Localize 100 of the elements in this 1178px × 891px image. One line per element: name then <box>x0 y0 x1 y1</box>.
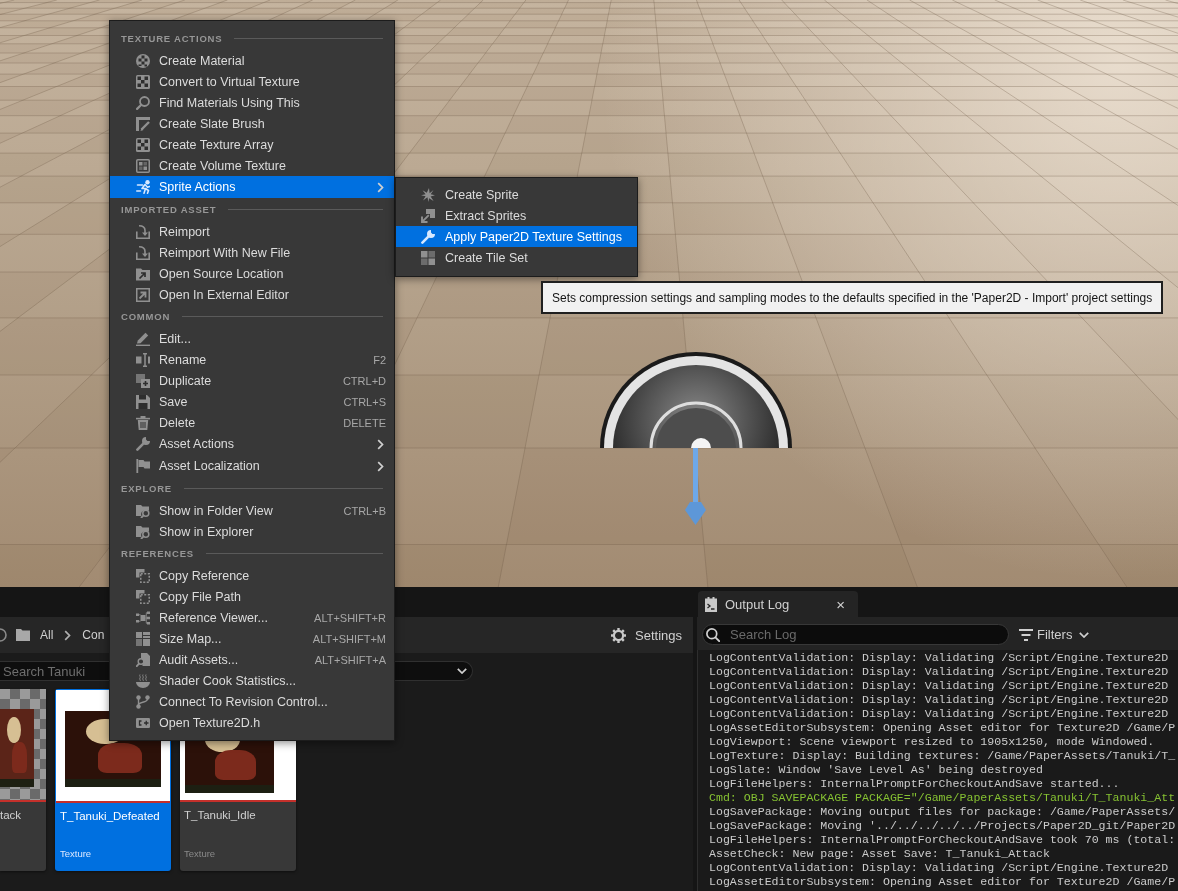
folder-search-icon <box>136 524 150 539</box>
menu-item[interactable]: Create Sprite <box>396 184 637 205</box>
asset-tile[interactable]: tack <box>0 689 46 871</box>
filter-icon <box>1019 628 1033 641</box>
menu-item[interactable]: Save CTRL+S <box>110 391 394 412</box>
block-map-icon <box>136 631 150 646</box>
log-line: LogContentValidation: Display: Validating /Script/Engine.Texture2D <box>709 707 1170 721</box>
extract-arrow-icon <box>421 208 435 223</box>
breadcrumb-link[interactable]: Con <box>82 628 105 642</box>
trash-icon <box>136 415 150 430</box>
shortcut-text: CTRL+D <box>342 374 386 387</box>
menu-item[interactable]: Asset Localization <box>110 455 394 477</box>
grid-tiles-icon <box>421 250 435 265</box>
section-header: TEXTURE ACTIONS <box>121 33 223 44</box>
menu-item[interactable]: Convert to Virtual Texture <box>110 71 394 92</box>
shortcut-text: F2 <box>373 353 386 366</box>
menu-item[interactable]: Apply Paper2D Texture Settings <box>396 226 637 247</box>
section-header: REFERENCES <box>121 548 194 559</box>
menu-item[interactable]: Sprite Actions <box>110 176 394 198</box>
log-line: LogFileHelpers: InternalPromptForCheckoutAndSave took 70 ms (total: <box>709 833 1177 847</box>
chevron-right-icon <box>64 629 72 641</box>
menu-item[interactable]: Create Volume Texture <box>110 155 394 176</box>
asset-type: Texture <box>183 849 217 861</box>
log-line: LogSavePackage: Moving output files for package: /Game/PaperAssets/ <box>709 805 1177 819</box>
starburst-icon <box>421 187 435 202</box>
wrench-icon <box>421 229 435 244</box>
folder-arrow-icon <box>136 266 150 281</box>
section-header: IMPORTED ASSET <box>121 204 217 215</box>
asset-name: T_Tanuki_Idle <box>183 808 257 823</box>
filters-button[interactable]: Filters <box>1019 627 1090 642</box>
log-line: LogTexture: Display: Building textures: /Game/PaperAssets/Tanuki/T_ <box>709 749 1177 763</box>
duplicate-icon <box>136 373 150 388</box>
menu-item[interactable]: Reimport With New File <box>110 242 394 263</box>
menu-item[interactable]: Shader Cook Statistics... <box>110 670 394 691</box>
code-badge-icon <box>136 715 150 730</box>
shortcut-text: ALT+SHIFT+R <box>314 611 386 624</box>
menu-item[interactable]: Show in Folder View CTRL+B <box>110 500 394 521</box>
log-line: LogFileHelpers: InternalPromptForCheckoutAndSave started... <box>709 777 1121 791</box>
document-search-icon <box>136 652 150 667</box>
menu-item[interactable]: Audit Assets... ALT+SHIFT+A <box>110 649 394 670</box>
menu-item[interactable]: Open Source Location <box>110 263 394 284</box>
folder-icon <box>16 629 30 641</box>
search-field[interactable]: Search Log <box>702 624 1009 645</box>
steaming-bowl-icon <box>136 673 150 688</box>
menu-item[interactable]: Create Slate Brush <box>110 113 394 134</box>
log-line: LogContentValidation: Display: Validating /Script/Engine.Texture2D <box>709 679 1170 693</box>
tray-arrow-icon <box>136 245 150 260</box>
menu-item[interactable]: Duplicate CTRL+D <box>110 370 394 391</box>
node-graph-icon <box>136 610 150 625</box>
log-line: LogContentValidation: Display: Validating /Script/Engine.Texture2D <box>709 693 1170 707</box>
menu-item[interactable]: Open In External Editor <box>110 284 394 305</box>
checkered-ball-icon <box>136 53 150 68</box>
section-header: COMMON <box>121 311 171 322</box>
menu-item[interactable]: Create Tile Set <box>396 247 637 268</box>
checkered-box-icon <box>136 158 150 173</box>
log-line: LogContentValidation: Display: Validating /Script/Engine.Texture2D <box>709 861 1170 875</box>
text-cursor-icon <box>136 352 150 367</box>
tray-arrow-icon <box>136 224 150 239</box>
search-icon <box>706 627 720 642</box>
menu-item[interactable]: Find Materials Using This <box>110 92 394 113</box>
log-line: LogSavePackage: Moving '../../../../../Projects/Paper2D_git/Paper2D <box>709 819 1177 833</box>
asset-type: Texture <box>59 849 93 861</box>
running-figure-icon <box>136 180 150 194</box>
branch-icon <box>136 694 150 709</box>
output-log-tab[interactable]: Output Log × <box>698 591 858 617</box>
menu-item[interactable]: Delete DELETE <box>110 412 394 433</box>
menu-item[interactable]: Edit... <box>110 328 394 349</box>
folder-search-icon <box>136 503 150 518</box>
log-line: LogViewport: Scene viewport resized to 1905x1250, mode Windowed. <box>709 735 1156 749</box>
shortcut-text: ALT+SHIFT+M <box>312 632 386 645</box>
shortcut-text: DELETE <box>343 416 386 429</box>
menu-item[interactable]: Size Map... ALT+SHIFT+M <box>110 628 394 649</box>
menu-item[interactable]: Reference Viewer... ALT+SHIFT+R <box>110 607 394 628</box>
search-icon <box>136 95 150 110</box>
pen-frame-icon <box>136 116 150 131</box>
close-button[interactable]: × <box>836 596 845 612</box>
menu-item[interactable]: Extract Sprites <box>396 205 637 226</box>
menu-item[interactable]: Asset Actions <box>110 433 394 455</box>
log-line: Cmd: OBJ SAVEPACKAGE PACKAGE="/Game/PaperAssets/Tanuki/T_Tanuki_Att <box>709 791 1177 805</box>
menu-item[interactable]: Copy Reference <box>110 565 394 586</box>
save-icon <box>136 394 150 409</box>
asset-name: tack <box>0 808 23 823</box>
menu-item[interactable]: Create Texture Array <box>110 134 394 155</box>
settings-icon <box>611 627 626 643</box>
settings-button[interactable]: Settings <box>611 627 682 643</box>
menu-item[interactable]: Rename F2 <box>110 349 394 370</box>
menu-item[interactable]: Show in Explorer <box>110 521 394 542</box>
log-line: LogContentValidation: Display: Validating /Script/Engine.Texture2D <box>709 665 1170 679</box>
menu-item[interactable]: Create Material <box>110 50 394 71</box>
terminal-icon <box>705 596 717 612</box>
shortcut-text: CTRL+S <box>343 395 386 408</box>
menu-item[interactable]: Reimport <box>110 221 394 242</box>
chevron-down-icon <box>457 668 467 674</box>
shortcut-text: ALT+SHIFT+A <box>314 653 386 666</box>
dashed-copy-icon <box>136 568 150 583</box>
breadcrumb-link[interactable]: All <box>40 628 54 642</box>
log-line: LogSlate: Window 'Save Level As' being destroyed <box>709 763 1044 777</box>
flag-icon <box>136 459 150 473</box>
log-line: LogContentValidation: Display: Validating /Script/Engine.Texture2D <box>709 651 1170 665</box>
section-header: EXPLORE <box>121 483 172 494</box>
